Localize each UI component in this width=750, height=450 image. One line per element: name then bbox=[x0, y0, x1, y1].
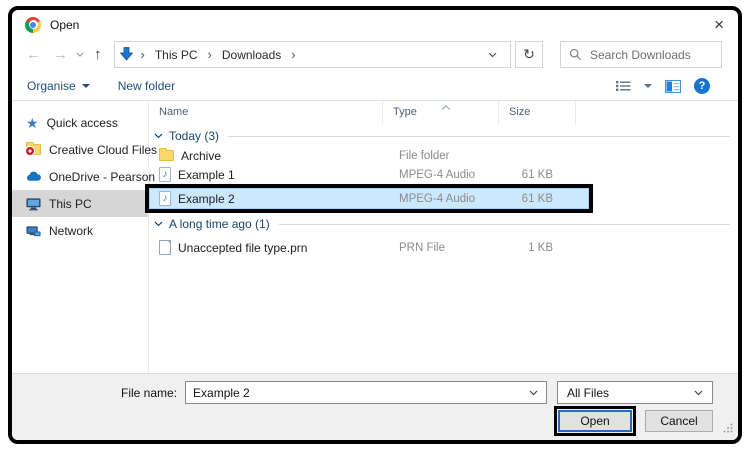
sidebar-item-label: Quick access bbox=[47, 116, 118, 130]
network-icon bbox=[26, 224, 41, 238]
sidebar-item-network[interactable]: Network bbox=[12, 217, 148, 244]
document-icon bbox=[159, 240, 171, 255]
breadcrumb-separator: › bbox=[138, 47, 148, 62]
file-type-value: All Files bbox=[567, 386, 609, 400]
chevron-down-icon bbox=[154, 221, 163, 227]
group-header-long-time-ago[interactable]: A long time ago (1) bbox=[149, 214, 738, 234]
file-size: 61 KB bbox=[513, 169, 569, 181]
creative-cloud-folder-icon bbox=[26, 144, 41, 155]
dialog-footer: File name: All Files Open Cancel bbox=[12, 373, 738, 440]
breadcrumb-separator: › bbox=[205, 47, 215, 62]
search-box[interactable] bbox=[560, 41, 722, 68]
sidebar-item-quick-access[interactable]: ★ Quick access bbox=[12, 109, 148, 136]
star-icon: ★ bbox=[26, 116, 39, 130]
breadcrumb[interactable]: › This PC › Downloads › bbox=[114, 41, 512, 68]
recent-locations-chevron-icon[interactable] bbox=[76, 52, 84, 57]
downloads-arrow-icon bbox=[120, 47, 133, 62]
file-list-pane: Name Type Size Today (3) Archive Fil bbox=[149, 101, 738, 373]
file-type: MPEG-4 Audio bbox=[399, 169, 513, 181]
refresh-icon: ↻ bbox=[523, 46, 535, 63]
file-row-example-2-selected[interactable]: Example 2 MPEG-4 Audio 61 KB bbox=[149, 188, 589, 209]
back-icon[interactable]: ← bbox=[26, 47, 41, 62]
file-type-select[interactable]: All Files bbox=[557, 381, 713, 404]
chevron-down-icon bbox=[694, 390, 703, 396]
help-icon[interactable]: ? bbox=[694, 78, 710, 94]
navigation-bar: ← → ↑ › This PC › Downloads › ↻ bbox=[12, 37, 738, 72]
up-icon[interactable]: ↑ bbox=[94, 47, 102, 62]
column-header-name[interactable]: Name bbox=[149, 101, 383, 124]
sidebar-item-label: Network bbox=[49, 224, 93, 238]
new-folder-label: New folder bbox=[118, 79, 175, 93]
onedrive-cloud-icon bbox=[26, 171, 41, 182]
group-label: Today (3) bbox=[169, 129, 219, 143]
file-row-unaccepted[interactable]: Unaccepted file type.prn PRN File 1 KB bbox=[149, 238, 589, 257]
open-button-annotation: Open bbox=[554, 406, 636, 436]
file-type: File folder bbox=[399, 150, 513, 162]
file-row-example-1[interactable]: Example 1 MPEG-4 Audio 61 KB bbox=[149, 165, 589, 184]
breadcrumb-this-pc[interactable]: This PC bbox=[153, 48, 200, 62]
file-name-combobox[interactable] bbox=[185, 381, 547, 404]
column-header-size[interactable]: Size bbox=[499, 101, 576, 124]
file-name: Example 2 bbox=[178, 192, 235, 206]
sort-ascending-icon bbox=[441, 101, 451, 113]
preview-pane-icon[interactable] bbox=[665, 80, 681, 93]
view-mode-icon[interactable] bbox=[616, 80, 631, 92]
open-button[interactable]: Open bbox=[558, 410, 632, 432]
chrome-logo-icon bbox=[25, 17, 41, 33]
chevron-down-icon bbox=[82, 84, 90, 88]
title-bar: Open × bbox=[12, 10, 738, 37]
search-input[interactable] bbox=[590, 48, 713, 62]
audio-file-icon bbox=[159, 167, 171, 182]
close-icon[interactable]: × bbox=[714, 16, 724, 33]
computer-icon bbox=[26, 197, 41, 211]
file-name-input[interactable] bbox=[193, 386, 529, 400]
search-icon bbox=[569, 48, 582, 61]
file-name: Example 1 bbox=[178, 168, 235, 182]
chevron-down-icon[interactable] bbox=[529, 390, 538, 396]
chevron-down-icon bbox=[154, 133, 163, 139]
audio-file-icon bbox=[159, 191, 171, 206]
content-area: ★ Quick access Creative Cloud Files OneD… bbox=[12, 101, 738, 373]
cancel-button[interactable]: Cancel bbox=[645, 410, 713, 432]
organise-menu-button[interactable]: Organise bbox=[27, 79, 90, 93]
address-dropdown-chevron-icon[interactable] bbox=[488, 52, 497, 58]
file-size: 61 KB bbox=[513, 193, 569, 205]
organise-label: Organise bbox=[27, 79, 76, 93]
column-headers: Name Type Size bbox=[149, 101, 738, 124]
open-file-dialog: Open × ← → ↑ › This PC › Downloads › ↻ bbox=[8, 6, 742, 444]
refresh-button[interactable]: ↻ bbox=[515, 41, 543, 68]
file-row-archive[interactable]: Archive File folder bbox=[149, 146, 589, 165]
folder-icon bbox=[159, 150, 174, 161]
sidebar-item-onedrive[interactable]: OneDrive - Pearson P bbox=[12, 163, 148, 190]
group-header-today[interactable]: Today (3) bbox=[149, 126, 738, 146]
group-divider bbox=[279, 224, 730, 225]
file-name-label: File name: bbox=[121, 386, 177, 400]
file-type: MPEG-4 Audio bbox=[399, 193, 513, 205]
file-size: 1 KB bbox=[513, 242, 569, 254]
sidebar-item-this-pc[interactable]: This PC bbox=[12, 190, 148, 217]
view-mode-chevron-icon[interactable] bbox=[644, 84, 652, 88]
breadcrumb-separator: › bbox=[288, 47, 298, 62]
sidebar-item-label: Creative Cloud Files bbox=[49, 143, 157, 157]
forward-icon[interactable]: → bbox=[53, 47, 68, 62]
file-name: Archive bbox=[181, 149, 221, 163]
breadcrumb-downloads[interactable]: Downloads bbox=[220, 48, 283, 62]
file-type: PRN File bbox=[399, 242, 513, 254]
navigation-sidebar: ★ Quick access Creative Cloud Files OneD… bbox=[12, 101, 149, 373]
command-toolbar: Organise New folder ? bbox=[12, 72, 738, 101]
window-title: Open bbox=[50, 18, 79, 32]
group-label: A long time ago (1) bbox=[169, 217, 270, 231]
resize-grip[interactable] bbox=[723, 422, 733, 436]
new-folder-button[interactable]: New folder bbox=[118, 79, 175, 93]
group-divider bbox=[228, 136, 730, 137]
file-name: Unaccepted file type.prn bbox=[178, 241, 307, 255]
sidebar-item-creative-cloud[interactable]: Creative Cloud Files bbox=[12, 136, 148, 163]
sidebar-item-label: This PC bbox=[49, 197, 92, 211]
